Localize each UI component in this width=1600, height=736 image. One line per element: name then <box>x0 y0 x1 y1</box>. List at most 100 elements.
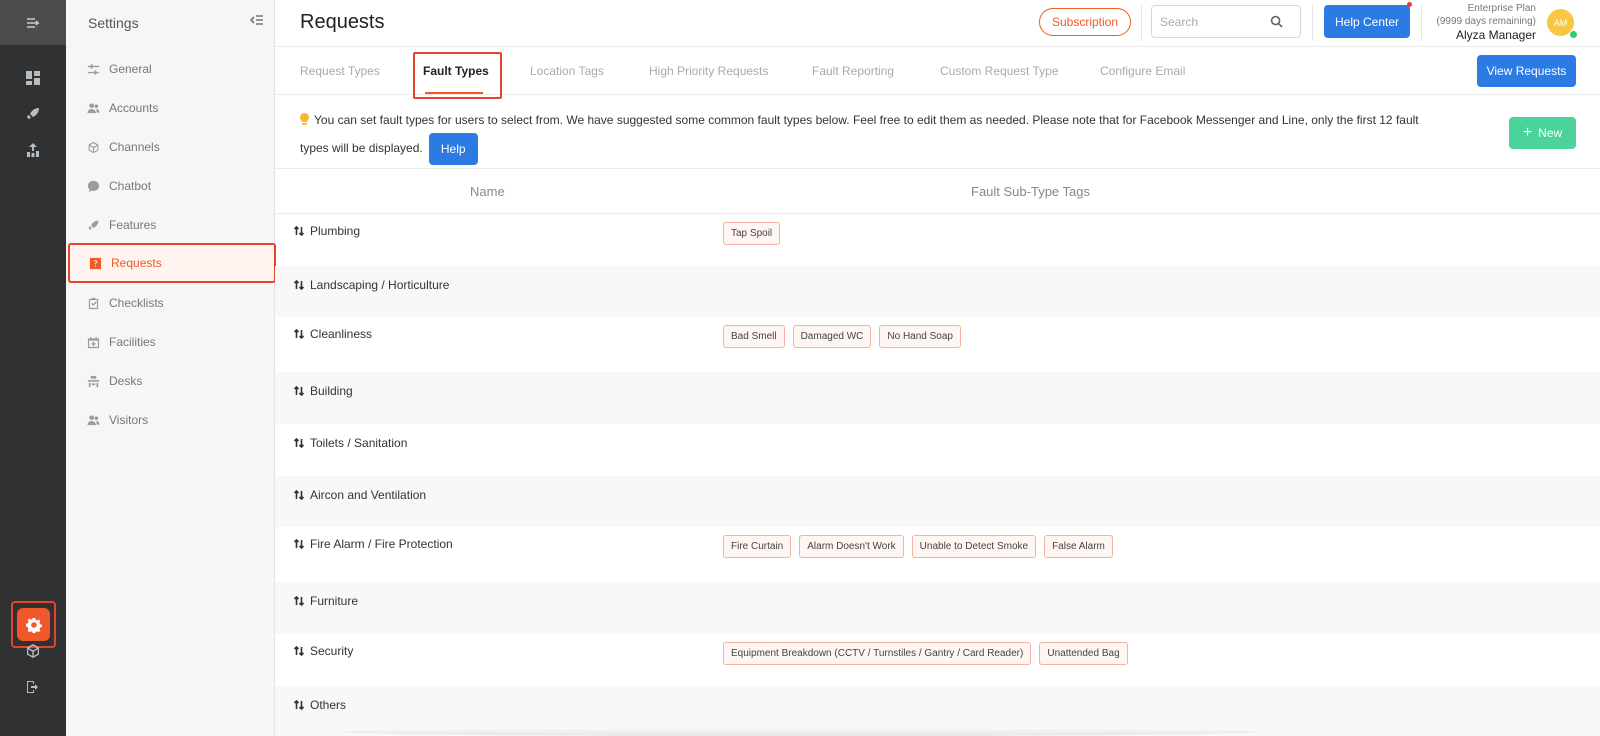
plan-info: Enterprise Plan (9999 days remaining) Al… <box>1437 2 1537 42</box>
table-row[interactable]: Furniture <box>275 582 1600 634</box>
table-row[interactable]: Plumbing Tap Spoil <box>275 214 1600 266</box>
sub-type-tag[interactable]: Damaged WC <box>792 325 872 348</box>
drag-sort-icon[interactable] <box>293 385 305 397</box>
days-remaining: (9999 days remaining) <box>1436 16 1537 27</box>
drag-sort-icon[interactable] <box>293 489 305 501</box>
dashboard-icon[interactable] <box>21 66 45 90</box>
table-header: Name Fault Sub-Type Tags <box>275 169 1600 214</box>
sub-type-tags: Bad Smell Damaged WC No Hand Soap <box>723 325 961 348</box>
new-fault-type-button[interactable]: + New <box>1509 117 1576 149</box>
sub-type-tag[interactable]: Equipment Breakdown (CCTV / Turnstiles /… <box>723 642 1032 665</box>
drag-sort-icon[interactable] <box>293 437 305 449</box>
help-button[interactable]: Help <box>428 133 478 165</box>
users-icon <box>86 413 100 427</box>
drag-sort-icon[interactable] <box>293 538 305 550</box>
sidebar-item-label: Requests <box>111 256 162 270</box>
menu-toggle[interactable] <box>0 0 66 45</box>
sidebar-item-facilities[interactable]: Facilities <box>66 322 275 362</box>
sub-type-tag[interactable]: Tap Spoil <box>723 222 781 245</box>
fault-type-name-cell: Toilets / Sanitation <box>293 436 407 450</box>
sidebar-item-requests[interactable]: Requests <box>68 243 276 283</box>
sidebar-item-accounts[interactable]: Accounts <box>66 88 275 128</box>
sub-type-tags: Tap Spoil <box>723 222 781 245</box>
calendar-icon <box>86 335 100 349</box>
column-header-tags: Fault Sub-Type Tags <box>971 184 1090 199</box>
sidebar-title: Settings <box>88 14 139 31</box>
rocket-icon <box>86 218 100 232</box>
cube-icon[interactable] <box>21 639 45 663</box>
search-box[interactable] <box>1151 5 1301 38</box>
view-requests-button[interactable]: View Requests <box>1477 55 1576 87</box>
sidebar-item-channels[interactable]: Channels <box>66 127 275 167</box>
logout-icon[interactable] <box>21 675 45 699</box>
tab-fault-reporting[interactable]: Fault Reporting <box>812 47 894 95</box>
sub-type-tag[interactable]: Fire Curtain <box>723 535 792 558</box>
drag-sort-icon[interactable] <box>293 645 305 657</box>
collapse-sidebar-button[interactable] <box>249 13 264 32</box>
table-row[interactable]: Fire Alarm / Fire Protection Fire Curtain… <box>275 527 1600 582</box>
fault-type-name-cell: Cleanliness <box>293 327 372 341</box>
rocket-icon[interactable] <box>21 102 45 126</box>
chat-icon <box>86 179 100 193</box>
top-header: Requests Subscription Help Center Enterp… <box>275 0 1600 47</box>
fault-type-name: Toilets / Sanitation <box>310 436 408 450</box>
fault-type-name-cell: Fire Alarm / Fire Protection <box>293 537 453 551</box>
sidebar-item-checklists[interactable]: Checklists <box>66 283 275 323</box>
sidebar-item-desks[interactable]: Desks <box>66 361 275 401</box>
table-row[interactable]: Building <box>275 372 1600 424</box>
info-banner: You can set fault types for users to sel… <box>275 95 1600 169</box>
tab-custom-request-type[interactable]: Custom Request Type <box>940 47 1059 95</box>
drag-sort-icon[interactable] <box>293 279 305 291</box>
table-row[interactable]: Toilets / Sanitation <box>275 424 1600 476</box>
tab-request-types[interactable]: Request Types <box>300 47 380 95</box>
sub-type-tag[interactable]: Bad Smell <box>723 325 785 348</box>
sidebar-item-features[interactable]: Features <box>66 205 275 245</box>
tab-location-tags[interactable]: Location Tags <box>530 47 604 95</box>
sub-type-tag[interactable]: False Alarm <box>1044 535 1113 558</box>
drag-sort-icon[interactable] <box>293 328 305 340</box>
lightbulb-icon <box>300 113 309 125</box>
sub-type-tag[interactable]: Alarm Doesn't Work <box>799 535 904 558</box>
sidebar-item-label: General <box>109 62 152 76</box>
drag-sort-icon[interactable] <box>293 699 305 711</box>
fault-type-name-cell: Landscaping / Horticulture <box>293 278 449 292</box>
sidebar-item-visitors[interactable]: Visitors <box>66 400 275 440</box>
users-icon <box>86 101 100 115</box>
sub-type-tag[interactable]: No Hand Soap <box>879 325 961 348</box>
menu-icon <box>27 17 40 28</box>
page-title: Requests <box>300 11 385 33</box>
subscription-button[interactable]: Subscription <box>1039 8 1131 36</box>
sidebar-item-label: Desks <box>109 374 143 388</box>
table-row[interactable]: Security Equipment Breakdown (CCTV / Turn… <box>275 634 1600 686</box>
fault-type-name: Cleanliness <box>310 327 373 341</box>
active-tab-underline <box>425 92 483 94</box>
fault-type-name: Plumbing <box>310 224 361 238</box>
notification-dot <box>1407 2 1412 7</box>
plan-name: Enterprise Plan <box>1467 3 1536 14</box>
sub-type-tags: Fire Curtain Alarm Doesn't Work Unable to … <box>723 535 1113 558</box>
help-center-button[interactable]: Help Center <box>1324 5 1410 38</box>
fault-type-name: Aircon and Ventilation <box>310 488 427 502</box>
sidebar-item-chatbot[interactable]: Chatbot <box>66 166 275 206</box>
search-icon <box>1270 15 1283 28</box>
drag-sort-icon[interactable] <box>293 595 305 607</box>
sidebar-item-general[interactable]: General <box>66 49 275 89</box>
plus-icon: + <box>1522 124 1533 141</box>
tab-configure-email[interactable]: Configure Email <box>1100 47 1185 95</box>
question-icon <box>88 256 102 270</box>
search-input[interactable] <box>1160 14 1270 29</box>
online-status-dot <box>1569 30 1578 39</box>
icon-rail <box>0 0 66 736</box>
sidebar-item-label: Chatbot <box>109 179 152 193</box>
table-row[interactable]: Cleanliness Bad Smell Damaged WC No Hand So… <box>275 317 1600 372</box>
table-row[interactable]: Landscaping / Horticulture <box>275 266 1600 317</box>
drag-sort-icon[interactable] <box>293 225 305 237</box>
sub-type-tag[interactable]: Unattended Bag <box>1039 642 1128 665</box>
sidebar-item-label: Features <box>109 218 157 232</box>
header-divider <box>1421 5 1422 41</box>
tab-high-priority-requests[interactable]: High Priority Requests <box>649 47 768 95</box>
analytics-icon[interactable] <box>21 138 45 162</box>
table-row[interactable]: Aircon and Ventilation <box>275 476 1600 527</box>
sub-type-tag[interactable]: Unable to Detect Smoke <box>911 535 1037 558</box>
gear-icon <box>25 617 42 633</box>
